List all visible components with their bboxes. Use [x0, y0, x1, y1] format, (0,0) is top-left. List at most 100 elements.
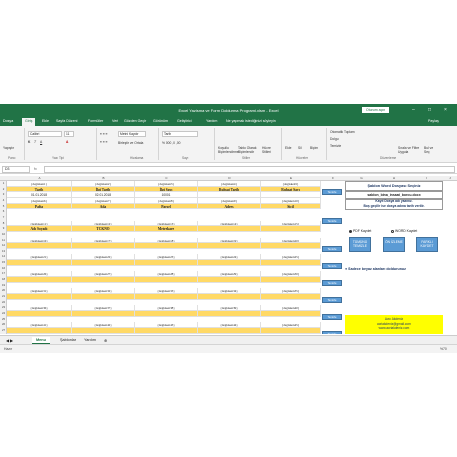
- tab-home[interactable]: Giriş: [22, 118, 36, 126]
- input-cell[interactable]: [198, 294, 261, 300]
- sheet-tab-help[interactable]: Yardım: [80, 337, 100, 343]
- save-as-button[interactable]: FARKLI KAYDET: [416, 237, 438, 252]
- input-cell[interactable]: [7, 277, 72, 283]
- input-cell[interactable]: [135, 277, 198, 283]
- number-format-select[interactable]: Tarih: [162, 131, 198, 137]
- input-cell[interactable]: [72, 294, 135, 300]
- align-icon[interactable]: ≡ ≡ ≡: [100, 132, 108, 136]
- row-header[interactable]: 16: [0, 266, 7, 270]
- row-header[interactable]: 2: [0, 187, 7, 191]
- spreadsheet-grid[interactable]: ABCDEFGHIJ 1 2 3 4 5 6 7 8 9 10 11 12 13 14 15 16 17 18 19…: [0, 176, 457, 334]
- cell[interactable]: Sicil: [261, 203, 321, 210]
- preview-button[interactable]: ÖN İZLEME: [383, 237, 405, 252]
- input-cell[interactable]: [7, 243, 72, 249]
- bold-icon[interactable]: K: [28, 140, 30, 144]
- tab-file[interactable]: Dosya: [3, 119, 13, 123]
- italic-icon[interactable]: T: [34, 140, 36, 144]
- column-header[interactable]: E: [261, 176, 321, 180]
- tell-me-search[interactable]: Ne yapmak istediğinizi söyleyin: [226, 119, 276, 123]
- wrap-text-button[interactable]: Metni Kaydır: [118, 131, 146, 137]
- row-header[interactable]: 13: [0, 249, 7, 253]
- input-cell[interactable]: [135, 243, 198, 249]
- delete-cells-button[interactable]: Sil: [298, 146, 302, 150]
- fx-icon[interactable]: fx: [34, 167, 37, 171]
- cell[interactable]: [198, 226, 261, 232]
- minimize-icon[interactable]: –: [412, 107, 415, 113]
- input-cell[interactable]: [198, 310, 261, 317]
- input-cell[interactable]: [72, 260, 135, 266]
- name-box[interactable]: D3: [2, 166, 30, 173]
- cell[interactable]: Adres: [198, 203, 261, 210]
- clear-row-button[interactable]: Temizle: [322, 313, 342, 320]
- tab-page-layout[interactable]: Sayfa Düzeni: [56, 119, 77, 123]
- input-cell[interactable]: [261, 327, 321, 334]
- row-header[interactable]: 24: [0, 311, 7, 315]
- row-header[interactable]: 10: [0, 232, 7, 236]
- column-header[interactable]: J: [443, 176, 457, 180]
- input-cell[interactable]: [198, 277, 261, 283]
- input-cell[interactable]: [198, 260, 261, 266]
- find-select-button[interactable]: Bul ve Seç: [424, 146, 438, 154]
- pdf-radio[interactable]: PDF Kaydet: [349, 229, 371, 233]
- row-header[interactable]: 12: [0, 243, 7, 247]
- number-icons[interactable]: % 000 ,0 ,00: [162, 141, 181, 145]
- zoom-level[interactable]: %70: [440, 347, 447, 351]
- input-cell[interactable]: [7, 310, 72, 317]
- row-header[interactable]: 11: [0, 238, 7, 242]
- input-cell[interactable]: [198, 327, 261, 334]
- clear-row-button[interactable]: Temizle: [322, 262, 342, 269]
- cell[interactable]: Ada: [72, 203, 135, 210]
- column-header[interactable]: C: [135, 176, 198, 180]
- input-cell[interactable]: [261, 310, 321, 317]
- input-cell[interactable]: [198, 243, 261, 249]
- row-header[interactable]: 17: [0, 271, 7, 275]
- input-cell[interactable]: [135, 294, 198, 300]
- row-header[interactable]: 6: [0, 209, 7, 213]
- input-cell[interactable]: [7, 260, 72, 266]
- merge-center-button[interactable]: Birleştir ve Ortala: [118, 141, 143, 145]
- row-header[interactable]: 1: [0, 181, 7, 185]
- column-header[interactable]: I: [410, 176, 443, 180]
- close-icon[interactable]: ×: [444, 107, 447, 113]
- row-header[interactable]: 23: [0, 305, 7, 309]
- row-header[interactable]: 7: [0, 215, 7, 219]
- input-cell[interactable]: [261, 277, 321, 283]
- row-header[interactable]: 18: [0, 277, 7, 281]
- input-cell[interactable]: [261, 260, 321, 266]
- font-select[interactable]: Calibri: [28, 131, 62, 137]
- clear-row-button[interactable]: Temizle: [322, 330, 342, 334]
- column-header[interactable]: A: [7, 176, 72, 180]
- font-color-icon[interactable]: A: [66, 140, 68, 144]
- input-cell[interactable]: [261, 294, 321, 300]
- clear-all-button[interactable]: TÜMÜNÜ TEMİZLE: [349, 237, 371, 252]
- input-cell[interactable]: [261, 243, 321, 249]
- conditional-format-button[interactable]: Koşullu Biçimlendirme: [218, 146, 239, 154]
- column-header[interactable]: D: [198, 176, 261, 180]
- tab-insert[interactable]: Ekle: [42, 119, 49, 123]
- tab-data[interactable]: Veri: [112, 119, 118, 123]
- row-header[interactable]: 20: [0, 288, 7, 292]
- maximize-icon[interactable]: □: [428, 107, 431, 113]
- clear-row-button[interactable]: Temizle: [322, 189, 342, 196]
- cell[interactable]: Adı Soyadı: [7, 226, 72, 232]
- sheet-tab-templates[interactable]: Şablonlar: [56, 337, 80, 343]
- column-header[interactable]: B: [72, 176, 135, 180]
- input-cell[interactable]: [7, 294, 72, 300]
- format-cells-button[interactable]: Biçim: [310, 146, 318, 150]
- author-web[interactable]: www.acriakdeniz.com: [345, 326, 443, 331]
- cell[interactable]: TCKNO: [72, 226, 135, 232]
- row-header[interactable]: 27: [0, 328, 7, 332]
- clear-row-button[interactable]: Temizle: [322, 217, 342, 224]
- column-header[interactable]: F: [321, 176, 345, 180]
- paste-button[interactable]: Yapıştır: [3, 146, 14, 150]
- autosum-button[interactable]: Otomatik Toplam: [330, 130, 355, 134]
- column-header[interactable]: H: [378, 176, 410, 180]
- row-header[interactable]: 5: [0, 204, 7, 208]
- cell-styles-button[interactable]: Hücre Stilleri: [262, 146, 276, 154]
- row-header[interactable]: 4: [0, 198, 7, 202]
- input-cell[interactable]: [135, 327, 198, 334]
- sheet-nav-icon[interactable]: ◀ ▶: [2, 337, 17, 344]
- row-header[interactable]: 25: [0, 317, 7, 321]
- row-header[interactable]: 14: [0, 254, 7, 258]
- tab-review[interactable]: Gözden Geçir: [124, 119, 146, 123]
